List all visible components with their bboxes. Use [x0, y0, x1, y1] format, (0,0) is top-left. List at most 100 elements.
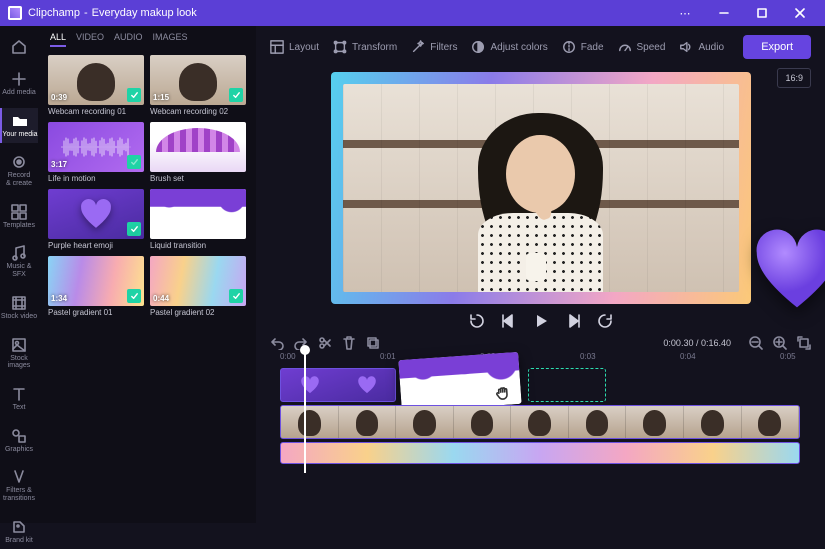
media-thumb[interactable]: 0:44 [150, 256, 246, 306]
play-button[interactable] [532, 312, 550, 330]
media-title: Brush set [150, 174, 246, 183]
music-icon [11, 245, 27, 261]
speed-button[interactable]: Speed [618, 40, 666, 54]
rail-filters[interactable]: Filters & transitions [0, 464, 38, 507]
image-icon [11, 337, 27, 353]
timeline: 0:00.30 / 0:16.40 0:000:010:020:030:040:… [256, 334, 825, 523]
audio-button[interactable]: Audio [679, 40, 724, 54]
fade-icon [562, 40, 576, 54]
clip-dragging[interactable] [398, 352, 521, 412]
plus-icon [11, 71, 27, 87]
tab-video[interactable]: VIDEO [76, 32, 104, 47]
media-thumb[interactable]: 1:15 [150, 55, 246, 105]
undo-button[interactable] [270, 336, 284, 350]
rail-stock-images[interactable]: Stock images [0, 332, 38, 375]
check-icon [229, 289, 243, 303]
transform-button[interactable]: Transform [333, 40, 397, 54]
film-icon [11, 295, 27, 311]
app-name: Clipchamp [28, 7, 80, 19]
fade-button[interactable]: Fade [562, 40, 604, 54]
media-card[interactable]: 1:34 Pastel gradient 01 [48, 256, 144, 317]
media-thumb[interactable] [48, 189, 144, 239]
clip-heart[interactable] [280, 368, 396, 402]
media-card[interactable]: Brush set [150, 122, 246, 183]
more-button[interactable]: ⋯ [669, 0, 703, 26]
rail-brand[interactable]: Brand kit [0, 514, 38, 549]
media-thumb[interactable]: 0:39 [48, 55, 144, 105]
speaker-icon [679, 40, 693, 54]
maximize-button[interactable] [745, 0, 779, 26]
track-overlay[interactable] [270, 368, 811, 402]
duplicate-button[interactable] [366, 336, 380, 350]
media-title: Pastel gradient 02 [150, 308, 246, 317]
filters-button[interactable]: Filters [411, 40, 457, 54]
tick-label: 0:01 [380, 352, 396, 361]
skip-fwd-5-button[interactable] [596, 312, 614, 330]
skip-back-5-button[interactable] [468, 312, 486, 330]
zoom-out-button[interactable] [749, 336, 763, 350]
tab-all[interactable]: ALL [50, 32, 66, 47]
zoom-fit-button[interactable] [797, 336, 811, 350]
prev-frame-button[interactable] [500, 312, 518, 330]
wand-icon [411, 40, 425, 54]
check-icon [127, 222, 141, 236]
aspect-ratio-button[interactable]: 16:9 [777, 68, 811, 88]
media-card[interactable]: 1:15Webcam recording 02 [150, 55, 246, 116]
rail-record[interactable]: Record & create [0, 149, 38, 192]
rail-your-media[interactable]: Your media [0, 108, 38, 144]
media-thumb[interactable]: 3:17 [48, 122, 144, 172]
grab-cursor-icon [494, 384, 511, 401]
home-icon [11, 39, 27, 55]
rail-templates[interactable]: Templates [0, 199, 38, 235]
zoom-in-button[interactable] [773, 336, 787, 350]
layout-button[interactable]: Layout [270, 40, 319, 54]
media-title: Purple heart emoji [48, 241, 144, 250]
rail-add-media[interactable]: Add media [0, 66, 38, 102]
track-video[interactable] [270, 405, 811, 439]
rail-graphics[interactable]: Graphics [0, 423, 38, 459]
split-button[interactable] [318, 336, 332, 350]
time-ruler[interactable]: 0:000:010:020:030:040:05 [270, 352, 811, 366]
clip-toolbar: Layout Transform Filters Adjust colors F… [256, 26, 825, 68]
media-card[interactable]: 0:44 Pastel gradient 02 [150, 256, 246, 317]
app-logo [8, 6, 22, 20]
playhead[interactable] [304, 350, 306, 473]
clip-gradient[interactable] [280, 442, 800, 464]
adjust-button[interactable]: Adjust colors [471, 40, 547, 54]
delete-button[interactable] [342, 336, 356, 350]
export-button[interactable]: Export [743, 35, 811, 59]
rail-stock-video[interactable]: Stock video [0, 290, 38, 326]
media-thumb[interactable] [150, 122, 246, 172]
preview-frame[interactable] [331, 72, 751, 304]
media-title: Life in motion [48, 174, 144, 183]
media-card[interactable]: Purple heart emoji [48, 189, 144, 250]
minimize-button[interactable] [707, 0, 741, 26]
tab-audio[interactable]: AUDIO [114, 32, 143, 47]
rail-music[interactable]: Music & SFX [0, 240, 38, 283]
media-grid: 0:39Webcam recording 011:15Webcam record… [44, 51, 250, 321]
duration-label: 0:44 [153, 294, 169, 303]
rail-home[interactable] [0, 34, 38, 60]
media-title: Pastel gradient 01 [48, 308, 144, 317]
track-background[interactable] [270, 442, 811, 464]
media-card[interactable]: Liquid transition [150, 189, 246, 250]
tick-label: 0:05 [780, 352, 796, 361]
media-card[interactable]: 0:39Webcam recording 01 [48, 55, 144, 116]
tracks [270, 368, 811, 467]
templates-icon [11, 204, 27, 220]
media-thumb[interactable]: 1:34 [48, 256, 144, 306]
clip-drop-placeholder[interactable] [528, 368, 606, 402]
time-display: 0:00.30 / 0:16.40 [663, 338, 731, 348]
tab-images[interactable]: IMAGES [153, 32, 188, 47]
next-frame-button[interactable] [564, 312, 582, 330]
close-button[interactable] [783, 0, 817, 26]
rail-text[interactable]: Text [0, 381, 38, 417]
media-panel: ALL VIDEO AUDIO IMAGES 0:39Webcam record… [38, 26, 256, 523]
duration-label: 0:39 [51, 93, 67, 102]
check-icon [127, 88, 141, 102]
duration-label: 1:34 [51, 294, 67, 303]
clip-webcam[interactable] [280, 405, 800, 439]
tick-label: 0:04 [680, 352, 696, 361]
media-card[interactable]: 3:17 Life in motion [48, 122, 144, 183]
media-thumb[interactable] [150, 189, 246, 239]
